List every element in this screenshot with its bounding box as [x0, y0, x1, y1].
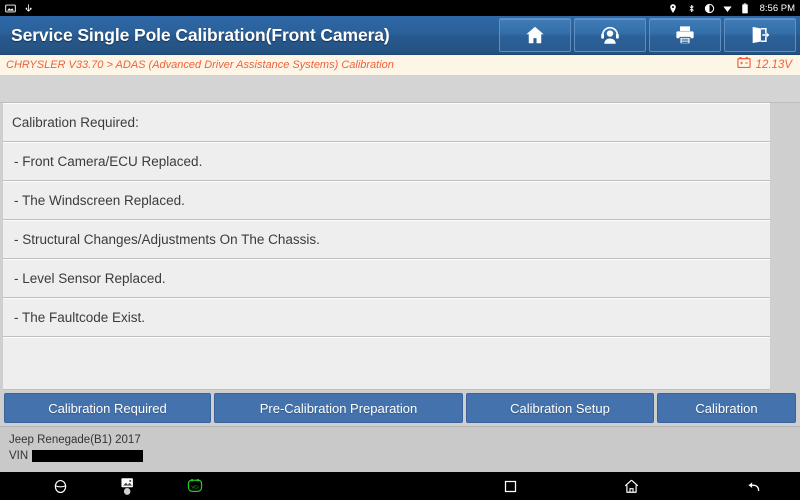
status-bar-right-icons: 8:56 PM [668, 3, 795, 14]
headset-user-icon [599, 24, 621, 46]
list-item: - Structural Changes/Adjustments On The … [3, 220, 770, 259]
home-button[interactable] [499, 18, 571, 52]
location-icon [668, 3, 679, 14]
breadcrumb-bar: CHRYSLER V33.70 > ADAS (Advanced Driver … [0, 55, 800, 76]
list-item: - The Faultcode Exist. [3, 298, 770, 337]
battery-icon [740, 2, 751, 14]
list-item: - Front Camera/ECU Replaced. [3, 142, 770, 181]
list-empty-row [3, 337, 770, 390]
battery-voltage-icon [736, 56, 751, 74]
list-item: - The Windscreen Replaced. [3, 181, 770, 220]
exit-icon [749, 24, 771, 46]
download-icon [722, 3, 733, 14]
android-nav-bar: VCI [0, 472, 800, 500]
status-bar-left-icons [5, 3, 34, 14]
nav-bar-right-icons [503, 478, 762, 495]
list-header: Calibration Required: [3, 103, 770, 142]
back-icon[interactable] [745, 478, 762, 495]
app-root: 8:56 PM Service Single Pole Calibration(… [0, 0, 800, 500]
title-bar: Service Single Pole Calibration(Front Ca… [0, 16, 800, 55]
home-icon[interactable] [623, 478, 640, 495]
vin-label: VIN [9, 450, 29, 462]
brightness-icon [704, 3, 715, 14]
nav-bar-left-icons: VCI [0, 477, 204, 495]
android-status-bar: 8:56 PM [0, 0, 800, 16]
tab-bar: Calibration Required Pre-Calibration Pre… [0, 390, 800, 426]
voltage-indicator: 12.13V [736, 56, 792, 74]
tab-pre-calibration-preparation[interactable]: Pre-Calibration Preparation [214, 393, 463, 423]
status-bar-clock: 8:56 PM [759, 2, 795, 14]
list-item: - Level Sensor Replaced. [3, 259, 770, 298]
tab-calibration-required[interactable]: Calibration Required [4, 393, 211, 423]
print-button[interactable] [649, 18, 721, 52]
vci-icon[interactable]: VCI [186, 478, 204, 494]
voltage-value: 12.13V [755, 59, 792, 71]
calibration-list: Calibration Required: - Front Camera/ECU… [0, 103, 800, 390]
browser-icon[interactable] [52, 478, 69, 495]
tab-calibration-setup[interactable]: Calibration Setup [466, 393, 654, 423]
bluetooth-icon [686, 3, 697, 14]
vin-row: VIN [9, 450, 800, 462]
tab-calibration[interactable]: Calibration [657, 393, 796, 423]
printer-icon [674, 24, 696, 46]
vehicle-name: Jeep Renegade(B1) 2017 [9, 434, 141, 446]
page-title: Service Single Pole Calibration(Front Ca… [11, 24, 390, 45]
support-button[interactable] [574, 18, 646, 52]
usb-icon [23, 3, 34, 14]
svg-text:VCI: VCI [191, 484, 198, 489]
title-bar-actions [499, 18, 796, 52]
recents-icon[interactable] [503, 479, 518, 494]
home-icon [524, 24, 546, 46]
vin-value-redacted [32, 450, 144, 462]
content-top-spacer [0, 76, 800, 103]
vehicle-info-footer: Jeep Renegade(B1) 2017 VIN [0, 426, 800, 472]
breadcrumb: CHRYSLER V33.70 > ADAS (Advanced Driver … [6, 59, 394, 71]
screenshot-icon [5, 3, 16, 14]
exit-button[interactable] [724, 18, 796, 52]
screenshot-icon[interactable] [119, 477, 136, 495]
